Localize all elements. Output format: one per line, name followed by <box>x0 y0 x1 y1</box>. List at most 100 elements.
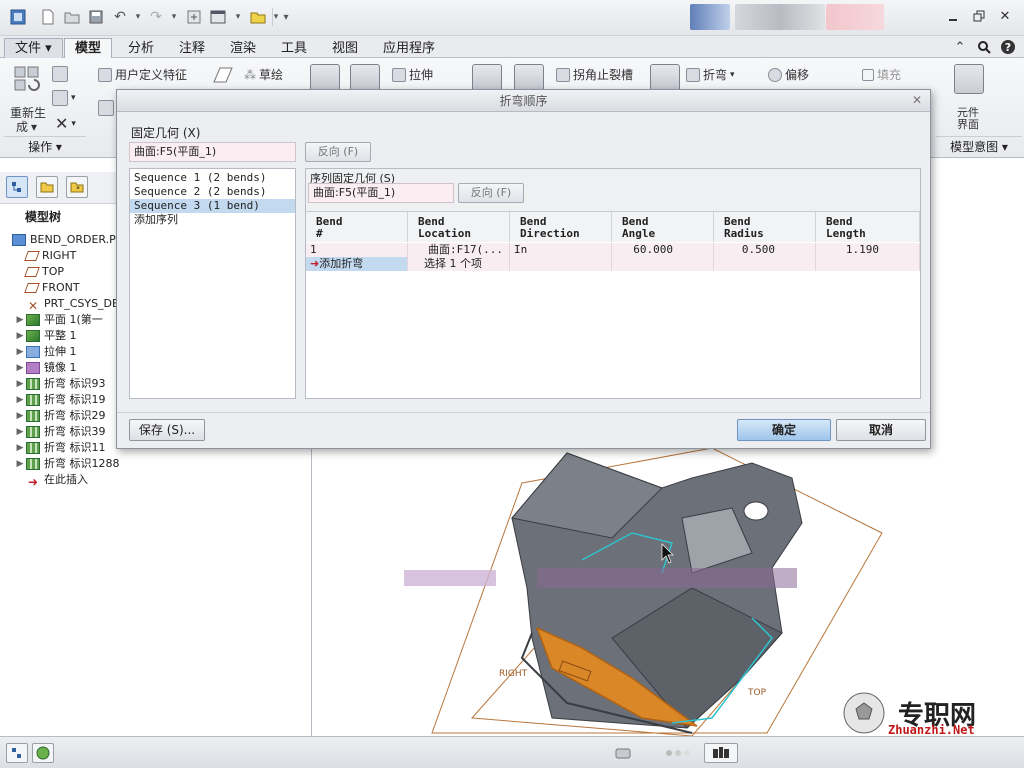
bend-button[interactable]: 折弯 ▾ <box>686 66 735 83</box>
group-model-intent[interactable]: 模型意图 ▾ <box>936 136 1022 156</box>
cancel-button[interactable]: 取消 <box>836 419 926 441</box>
flip-button[interactable]: 反向 (F) <box>305 142 371 162</box>
expand-arrow-icon[interactable]: ▶ <box>14 328 26 344</box>
column-header[interactable]: Bend # <box>306 212 408 242</box>
table-cell[interactable]: 1.190 <box>816 243 920 257</box>
column-header[interactable]: Bend Radius <box>714 212 816 242</box>
undo-icon[interactable]: ↶ <box>110 7 130 27</box>
new-file-icon[interactable] <box>38 7 58 27</box>
fill-button[interactable]: 填充 <box>862 66 901 83</box>
close-icon[interactable]: ✕ <box>996 8 1014 24</box>
folder-browser-tab-icon[interactable] <box>36 176 58 198</box>
tree-item[interactable]: ▶ 平整 1 <box>14 328 77 344</box>
expand-arrow-icon[interactable]: ▶ <box>14 392 26 408</box>
copy-geometry-icon[interactable] <box>98 100 114 116</box>
regenerate-button-icon[interactable] <box>12 64 42 94</box>
undo-dropdown-icon[interactable]: ▾ <box>128 7 148 27</box>
tree-item[interactable]: ✕ PRT_CSYS_DEF <box>14 296 125 313</box>
sequence-flip-button[interactable]: 反向 (F) <box>458 183 524 203</box>
dialog-close-icon[interactable]: ✕ <box>910 93 924 107</box>
save-icon[interactable] <box>86 7 106 27</box>
tab-tools[interactable]: 工具 <box>270 38 318 58</box>
tree-item[interactable]: ▶ 镜像 1 <box>14 360 77 376</box>
close-window-icon[interactable] <box>248 7 268 27</box>
table-cell-empty[interactable] <box>510 257 612 271</box>
hole[interactable] <box>743 501 769 521</box>
column-header[interactable]: Bend Angle <box>612 212 714 242</box>
tree-item[interactable]: ▶ 折弯 标识1288 <box>14 456 120 472</box>
expand-arrow-icon[interactable]: ▶ <box>14 376 26 392</box>
tab-render[interactable]: 渲染 <box>219 38 267 58</box>
tree-item[interactable]: ➜ 在此插入 <box>14 472 88 489</box>
offset-button[interactable]: 偏移 <box>768 66 809 83</box>
extrude-button[interactable]: 拉伸 <box>392 66 433 83</box>
tree-item[interactable]: ▶ 折弯 标识19 <box>14 392 106 408</box>
redo-icon[interactable]: ↷ <box>146 7 166 27</box>
sequence-list[interactable]: Sequence 1 (2 bends) Sequence 2 (2 bends)… <box>129 168 296 399</box>
save-button[interactable]: 保存 (S)... <box>129 419 205 441</box>
tree-item[interactable]: BEND_ORDER.PRT <box>12 232 129 248</box>
expand-arrow-icon[interactable]: ▶ <box>14 344 26 360</box>
component-interface-icon[interactable] <box>954 64 984 94</box>
group-operations[interactable]: 操作 ▾ <box>4 136 86 156</box>
plane-icon[interactable] <box>208 66 234 84</box>
sequence-fixed-geometry-field[interactable]: 曲面:F5(平面_1) <box>308 183 454 203</box>
tab-analysis[interactable]: 分析 <box>117 38 165 58</box>
redo-dropdown-icon[interactable]: ▾ <box>164 7 184 27</box>
fixed-geometry-field[interactable]: 曲面:F5(平面_1) <box>129 142 296 162</box>
regenerate-dropdown[interactable]: 成 ▾ <box>16 118 37 135</box>
tab-model[interactable]: 模型 <box>64 38 113 58</box>
sequence-item[interactable]: Sequence 2 (2 bends) <box>130 185 295 199</box>
search-icon[interactable] <box>975 38 993 56</box>
expand-arrow-icon[interactable]: ▶ <box>14 456 26 472</box>
open-file-icon[interactable] <box>62 7 82 27</box>
collapse-ribbon-icon[interactable]: ⌃ <box>951 38 969 56</box>
table-row[interactable]: 1 曲面:F17(... In 60.000 0.500 1.190 <box>306 243 920 257</box>
tree-item[interactable]: TOP <box>14 264 64 280</box>
expand-arrow-icon[interactable]: ▶ <box>14 312 26 328</box>
tree-item[interactable]: ▶ 折弯 标识29 <box>14 408 106 424</box>
tab-applications[interactable]: 应用程序 <box>372 38 446 58</box>
tree-item[interactable]: RIGHT <box>14 248 76 264</box>
tree-item[interactable]: ▶ 平面 1(第一 <box>14 312 103 328</box>
corner-relief-button[interactable]: 拐角止裂槽 <box>556 66 633 83</box>
tree-item[interactable]: ▶ 折弯 标识11 <box>14 440 106 456</box>
table-cell[interactable]: In <box>510 243 612 257</box>
tab-file[interactable]: 文件 ▾ <box>4 38 63 58</box>
help-icon[interactable]: ? <box>999 38 1017 56</box>
minimize-icon[interactable] <box>944 8 962 24</box>
selection-filter-icon[interactable] <box>704 743 738 763</box>
regenerate-icon[interactable] <box>184 7 204 27</box>
windows-icon[interactable] <box>208 7 228 27</box>
add-sequence-item[interactable]: 添加序列 <box>130 213 295 227</box>
windows-dropdown-icon[interactable]: ▾ <box>228 7 248 27</box>
table-cell-empty[interactable] <box>816 257 920 271</box>
table-cell[interactable]: 0.500 <box>714 243 816 257</box>
tree-item[interactable]: FRONT <box>14 280 80 296</box>
expand-arrow-icon[interactable]: ▶ <box>14 440 26 456</box>
tab-view[interactable]: 视图 <box>321 38 369 58</box>
toggle-browser-icon[interactable] <box>32 743 54 763</box>
sketch-button[interactable]: ⁂ 草绘 <box>244 66 283 83</box>
table-cell-empty[interactable] <box>612 257 714 271</box>
add-bend-cell[interactable]: ➜添加折弯 <box>306 257 408 271</box>
favorites-tab-icon[interactable]: * <box>66 176 88 198</box>
expand-arrow-icon[interactable]: ▶ <box>14 424 26 440</box>
user-defined-feature-button[interactable]: 用户定义特征 <box>98 66 187 83</box>
sequence-item[interactable]: Sequence 3 (1 bend) <box>130 199 295 213</box>
table-cell[interactable]: 60.000 <box>612 243 714 257</box>
delete-icon[interactable]: ✕ ▾ <box>55 114 76 133</box>
tree-item[interactable]: ▶ 拉伸 1 <box>14 344 77 360</box>
customize-toolbar-icon[interactable]: ▾ <box>276 7 296 27</box>
tree-item[interactable]: ▶ 折弯 标识39 <box>14 424 106 440</box>
column-header[interactable]: Bend Location <box>408 212 510 242</box>
add-bend-row[interactable]: ➜添加折弯 选择 1 个项 <box>306 257 920 271</box>
ok-button[interactable]: 确定 <box>737 419 831 441</box>
table-cell-empty[interactable] <box>714 257 816 271</box>
expand-arrow-icon[interactable]: ▶ <box>14 360 26 376</box>
expand-arrow-icon[interactable]: ▶ <box>14 408 26 424</box>
paste-icon[interactable]: ▾ <box>52 90 76 106</box>
sequence-item[interactable]: Sequence 1 (2 bends) <box>130 171 295 185</box>
tree-item[interactable]: ▶ 折弯 标识93 <box>14 376 106 392</box>
tab-annotate[interactable]: 注释 <box>168 38 216 58</box>
